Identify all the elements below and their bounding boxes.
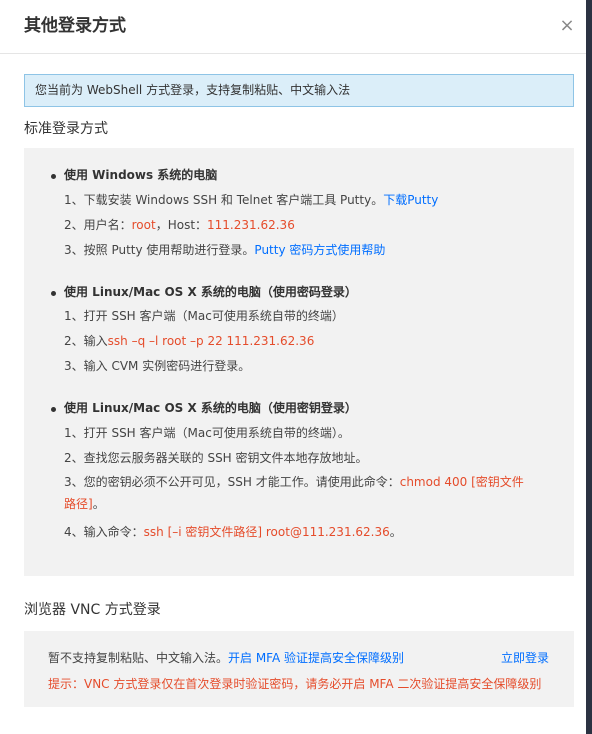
- host-value: 111.231.62.36: [207, 218, 295, 232]
- dialog-title: 其他登录方式: [24, 16, 126, 36]
- vnc-warning: 提示：VNC 方式登录仅在首次登录时验证密码，请务必开启 MFA 二次验证提高安…: [48, 677, 542, 691]
- linux-password-group-title: 使用 Linux/Mac OS X 系统的电脑（使用密码登录）: [64, 285, 357, 299]
- linux-key-step-4-suffix: 。: [389, 525, 402, 539]
- username-label: 2、用户名：: [64, 218, 132, 232]
- windows-step-2: 2、用户名：root，Host：111.231.62.36: [64, 215, 295, 235]
- vnc-note-text: 暂不支持复制粘贴、中文输入法。: [48, 651, 229, 665]
- windows-step-3: 3、按照 Putty 使用帮助进行登录。Putty 密码方式使用帮助: [64, 240, 385, 260]
- host-label: ，Host：: [155, 218, 208, 232]
- windows-step-1-text: 1、下载安装 Windows SSH 和 Telnet 客户端工具 Putty。: [64, 193, 384, 207]
- vnc-login-now-link[interactable]: 立即登录: [501, 649, 549, 667]
- username-value: root: [131, 218, 156, 232]
- download-putty-link[interactable]: 下载Putty: [383, 193, 438, 207]
- linux-password-step-1: 1、打开 SSH 客户端（Mac可使用系统自带的终端）: [64, 309, 344, 323]
- linux-key-step-3-suffix: 。: [92, 497, 105, 511]
- close-icon[interactable]: ×: [557, 14, 577, 38]
- windows-group-title: 使用 Windows 系统的电脑: [64, 168, 218, 182]
- linux-key-step-4-prefix: 4、输入命令：: [64, 525, 144, 539]
- windows-step-3-text: 3、按照 Putty 使用帮助进行登录。: [64, 243, 255, 257]
- vnc-login-title: 浏览器 VNC 方式登录: [24, 602, 161, 618]
- dialog-header: 其他登录方式 ×: [0, 0, 586, 54]
- windows-step-1: 1、下载安装 Windows SSH 和 Telnet 客户端工具 Putty。…: [64, 190, 438, 210]
- bullet-icon: [51, 407, 56, 412]
- enable-mfa-link[interactable]: 开启 MFA 验证提高安全保障级别: [228, 651, 404, 665]
- linux-password-step-3: 3、输入 CVM 实例密码进行登录。: [64, 359, 251, 373]
- vnc-login-panel: 暂不支持复制粘贴、中文输入法。开启 MFA 验证提高安全保障级别 立即登录 提示…: [24, 631, 574, 707]
- bullet-icon: [51, 291, 56, 296]
- linux-password-step-2: 2、输入ssh –q –l root –p 22 111.231.62.36: [64, 331, 314, 351]
- linux-password-step-2-prefix: 2、输入: [64, 334, 108, 348]
- linux-key-group-title: 使用 Linux/Mac OS X 系统的电脑（使用密钥登录）: [64, 401, 357, 415]
- bullet-icon: [51, 174, 56, 179]
- linux-key-step-3-prefix: 3、您的密钥必须不公开可见，SSH 才能工作。请使用此命令：: [64, 475, 400, 489]
- ssh-key-command: ssh [–i 密钥文件路径] root@111.231.62.36: [143, 525, 390, 539]
- linux-key-step-2: 2、查找您云服务器关联的 SSH 密钥文件本地存放地址。: [64, 451, 368, 465]
- ssh-password-command: ssh –q –l root –p 22 111.231.62.36: [107, 334, 315, 348]
- login-methods-dialog: 其他登录方式 × 您当前为 WebShell 方式登录，支持复制粘贴、中文输入法…: [0, 0, 586, 734]
- linux-key-step-4: 4、输入命令：ssh [–i 密钥文件路径] root@111.231.62.3…: [64, 522, 402, 542]
- info-banner: 您当前为 WebShell 方式登录，支持复制粘贴、中文输入法: [24, 74, 574, 107]
- vnc-note: 暂不支持复制粘贴、中文输入法。开启 MFA 验证提高安全保障级别: [48, 649, 404, 667]
- linux-key-step-3: 3、您的密钥必须不公开可见，SSH 才能工作。请使用此命令：chmod 400 …: [64, 471, 534, 515]
- standard-login-title: 标准登录方式: [24, 121, 108, 137]
- standard-login-panel: 使用 Windows 系统的电脑 1、下载安装 Windows SSH 和 Te…: [24, 148, 574, 576]
- linux-key-step-1: 1、打开 SSH 客户端（Mac可使用系统自带的终端）。: [64, 426, 350, 440]
- putty-help-link[interactable]: Putty 密码方式使用帮助: [254, 243, 385, 257]
